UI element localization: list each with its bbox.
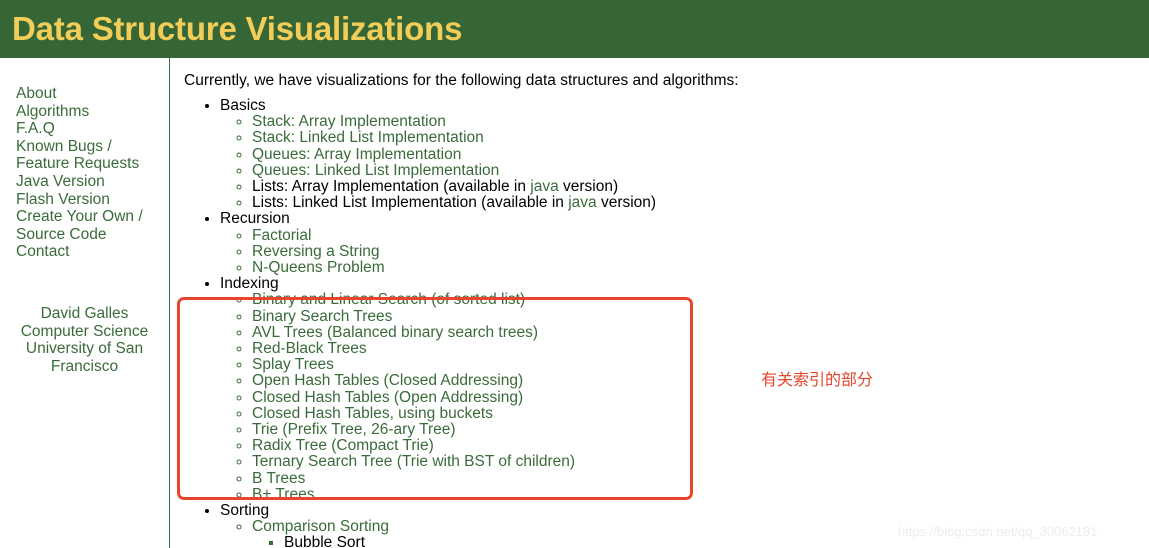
author-department: Computer Science [20, 322, 149, 340]
list-item[interactable]: Splay Trees [252, 357, 1149, 373]
lists-array-suffix: version) [558, 178, 619, 196]
link-closed-hash-tables[interactable]: Closed Hash Tables (Open Addressing) [252, 389, 523, 406]
list-item[interactable]: Reversing a String [252, 243, 1149, 260]
intro-text: Currently, we have visualizations for th… [184, 72, 739, 89]
link-stack-linked-list[interactable]: Stack: Linked List Implementation [252, 129, 484, 146]
link-java-version-lists-linked[interactable]: java [568, 194, 596, 211]
list-item[interactable]: Radix Tree (Compact Trie) [252, 438, 1149, 454]
structures-list: Basics Stack: Array Implementation Stack… [184, 97, 1149, 548]
lists-array-prefix: Lists: Array Implementation (available i… [252, 178, 531, 196]
link-open-hash-tables[interactable]: Open Hash Tables (Closed Addressing) [252, 372, 523, 389]
sidebar-link-known-bugs[interactable]: Known Bugs / Feature Requests [16, 138, 163, 173]
list-item[interactable]: Factorial [252, 227, 1149, 244]
link-red-black-trees[interactable]: Red-Black Trees [252, 340, 367, 357]
sidebar-link-faq[interactable]: F.A.Q [16, 120, 163, 138]
author-university-line1: University of San [25, 340, 144, 358]
sidebar: About Algorithms F.A.Q Known Bugs / Feat… [0, 58, 170, 548]
sidebar-item-contact[interactable]: Contact [16, 243, 163, 261]
category-label: Recursion [220, 210, 290, 228]
link-trie[interactable]: Trie (Prefix Tree, 26-ary Tree) [252, 421, 456, 438]
sidebar-item-flash-version[interactable]: Flash Version [16, 191, 163, 209]
link-closed-hash-tables-buckets[interactable]: Closed Hash Tables, using buckets [252, 405, 493, 422]
sidebar-item-java-version[interactable]: Java Version [16, 173, 163, 191]
category-indexing: Indexing Binary and Linear Search (of so… [220, 276, 1149, 503]
link-binary-and-linear-search[interactable]: Binary and Linear Search (of sorted list… [252, 291, 525, 308]
link-queues-array[interactable]: Queues: Array Implementation [252, 146, 461, 163]
recursion-item-list: Factorial Reversing a String N-Queens Pr… [220, 227, 1149, 277]
sidebar-link-about[interactable]: About [16, 85, 163, 103]
page-body: About Algorithms F.A.Q Known Bugs / Feat… [0, 58, 1149, 548]
list-item[interactable]: B+ Trees [252, 486, 1149, 503]
link-splay-trees[interactable]: Splay Trees [252, 356, 334, 373]
sidebar-link-java-version[interactable]: Java Version [16, 173, 163, 191]
link-n-queens-problem[interactable]: N-Queens Problem [252, 259, 385, 276]
list-item[interactable]: Closed Hash Tables, using buckets [252, 405, 1149, 422]
sidebar-item-create-your-own[interactable]: Create Your Own / Source Code [16, 208, 163, 243]
link-avl-trees[interactable]: AVL Trees (Balanced binary search trees) [252, 324, 538, 341]
list-item[interactable]: B Trees [252, 470, 1149, 487]
author-name: David Galles [40, 304, 129, 322]
main-content: Currently, we have visualizations for th… [170, 58, 1149, 548]
page-title: Data Structure Visualizations [12, 10, 463, 47]
list-item[interactable]: Trie (Prefix Tree, 26-ary Tree) [252, 421, 1149, 438]
sidebar-nav-list: About Algorithms F.A.Q Known Bugs / Feat… [0, 85, 169, 261]
sidebar-link-create-your-own[interactable]: Create Your Own / Source Code [16, 208, 163, 243]
sidebar-item-known-bugs[interactable]: Known Bugs / Feature Requests [16, 138, 163, 173]
basics-item-list: Stack: Array Implementation Stack: Linke… [220, 114, 1149, 211]
link-comparison-sorting[interactable]: Comparison Sorting [252, 518, 389, 535]
lists-linked-prefix: Lists: Linked List Implementation (avail… [252, 194, 569, 212]
category-recursion: Recursion Factorial Reversing a String N… [220, 211, 1149, 276]
category-label: Basics [220, 97, 266, 114]
link-factorial[interactable]: Factorial [252, 227, 311, 244]
list-item[interactable]: Queues: Array Implementation [252, 146, 1149, 163]
list-item[interactable]: N-Queens Problem [252, 259, 1149, 276]
link-reversing-a-string[interactable]: Reversing a String [252, 243, 380, 260]
sidebar-link-algorithms[interactable]: Algorithms [16, 103, 163, 121]
list-item[interactable]: Stack: Array Implementation [252, 114, 1149, 130]
site-header: Data Structure Visualizations [0, 0, 1149, 58]
sidebar-item-algorithms[interactable]: Algorithms [16, 103, 163, 121]
link-binary-search-trees[interactable]: Binary Search Trees [252, 308, 392, 325]
indexing-annotation-label: 有关索引的部分 [761, 372, 874, 389]
author-info: David Galles Computer Science University… [0, 305, 169, 375]
list-item[interactable]: AVL Trees (Balanced binary search trees) [252, 324, 1149, 341]
category-label: Sorting [220, 502, 270, 520]
author-university-line2: Francisco [50, 357, 119, 375]
list-item[interactable]: Stack: Linked List Implementation [252, 130, 1149, 146]
link-b-plus-trees[interactable]: B+ Trees [252, 486, 314, 503]
list-item[interactable]: Closed Hash Tables (Open Addressing) [252, 389, 1149, 406]
list-item[interactable]: Queues: Linked List Implementation [252, 162, 1149, 179]
category-basics: Basics Stack: Array Implementation Stack… [220, 97, 1149, 211]
indexing-item-list: Binary and Linear Search (of sorted list… [220, 292, 1149, 503]
list-item[interactable]: Ternary Search Tree (Trie with BST of ch… [252, 454, 1149, 470]
link-radix-tree[interactable]: Radix Tree (Compact Trie) [252, 437, 434, 454]
list-item[interactable]: Open Hash Tables (Closed Addressing) [252, 373, 1149, 389]
lists-linked-suffix: version) [596, 194, 657, 212]
link-stack-array[interactable]: Stack: Array Implementation [252, 113, 446, 130]
sidebar-link-contact[interactable]: Contact [16, 243, 163, 261]
list-item[interactable]: Binary Search Trees [252, 308, 1149, 325]
sidebar-item-faq[interactable]: F.A.Q [16, 120, 163, 138]
watermark-text: https://blog.csdn.net/qq_30062181 [898, 524, 1098, 539]
sidebar-item-about[interactable]: About [16, 85, 163, 103]
label-bubble-sort: Bubble Sort [284, 534, 365, 548]
link-queues-linked-list[interactable]: Queues: Linked List Implementation [252, 162, 499, 179]
list-item: Lists: Array Implementation (available i… [252, 178, 1149, 196]
category-label: Indexing [220, 275, 279, 293]
link-b-trees[interactable]: B Trees [252, 470, 305, 487]
list-item[interactable]: Binary and Linear Search (of sorted list… [252, 292, 1149, 308]
link-ternary-search-tree[interactable]: Ternary Search Tree (Trie with BST of ch… [252, 453, 575, 470]
sidebar-link-flash-version[interactable]: Flash Version [16, 191, 163, 209]
list-item[interactable]: Red-Black Trees [252, 340, 1149, 357]
list-item: Lists: Linked List Implementation (avail… [252, 195, 1149, 211]
link-java-version-lists-array[interactable]: java [530, 178, 558, 195]
